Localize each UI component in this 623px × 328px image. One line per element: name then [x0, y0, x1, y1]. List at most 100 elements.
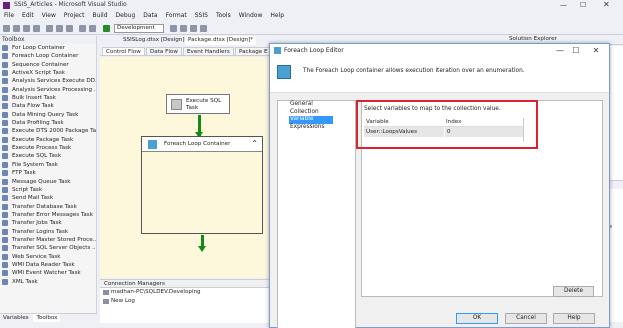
toolbox-item[interactable]: Data Flow Task	[0, 102, 96, 110]
task-icon	[2, 178, 8, 185]
toolbox-item[interactable]: Foreach Loop Container	[0, 52, 96, 60]
menu-debug[interactable]: Debug	[112, 11, 140, 19]
toolbox-item[interactable]: Message Queue Task	[0, 178, 96, 186]
foreach-container-label: Foreach Loop Container	[164, 141, 231, 147]
menu-help[interactable]: Help	[266, 11, 288, 19]
menu-project[interactable]: Project	[60, 11, 89, 19]
main-window-maximize[interactable]: ☐	[580, 1, 586, 9]
menu-window[interactable]: Window	[235, 11, 267, 19]
tab-package-explorer[interactable]: Package E	[235, 47, 272, 56]
delete-button[interactable]: Delete	[553, 286, 594, 297]
dialog-title-bar: Foreach Loop Editor — ☐ ✕	[270, 44, 609, 57]
menu-build[interactable]: Build	[88, 11, 111, 19]
nav-expressions[interactable]: Expressions	[278, 124, 355, 132]
menu-data[interactable]: Data	[139, 11, 161, 19]
collapse-chevron-icon[interactable]: ⌃	[251, 139, 258, 148]
tab-event-handlers[interactable]: Event Handlers	[183, 47, 234, 56]
main-window-close[interactable]: ✕	[603, 0, 610, 9]
toolbox-item[interactable]: Execute DTS 2000 Package Ta...	[0, 127, 96, 135]
toolbox-item[interactable]: Sequence Container	[0, 61, 96, 69]
solution-explorer-icon[interactable]	[180, 25, 187, 32]
toolbox-item[interactable]: Send Mail Task	[0, 194, 96, 202]
tab-package-design[interactable]: Package.dtsx [Design]*	[185, 36, 257, 45]
toolbox-item[interactable]: Transfer Logins Task	[0, 228, 96, 236]
tab-variables[interactable]: Variables	[0, 314, 32, 322]
toolbox-item[interactable]: XML Task	[0, 278, 96, 286]
toolbox-item[interactable]: Transfer Error Messages Task	[0, 211, 96, 219]
task-icon	[2, 95, 8, 102]
ok-button[interactable]: OK	[456, 313, 498, 324]
menu-file[interactable]: File	[0, 11, 18, 19]
toolbox-icon[interactable]	[200, 25, 207, 32]
maximize-icon[interactable]: ☐	[568, 45, 584, 56]
nav-general[interactable]: General	[278, 101, 355, 109]
toolbox-item[interactable]: Transfer Database Task	[0, 203, 96, 211]
toolbox-item[interactable]: Execute SQL Task	[0, 152, 96, 160]
save-all-icon[interactable]	[33, 25, 40, 32]
toolbox-item-label: Analysis Services Execute DD...	[12, 78, 96, 85]
task-icon	[2, 86, 8, 93]
cut-icon[interactable]	[46, 25, 53, 32]
tab-toolbox[interactable]: Toolbox	[33, 314, 61, 322]
save-icon[interactable]	[23, 25, 30, 32]
new-project-icon[interactable]	[3, 25, 10, 32]
execute-sql-task-shape[interactable]: Execute SQL Task	[166, 94, 230, 114]
toolbox-item[interactable]: Execute Package Task	[0, 136, 96, 144]
toolbox-item[interactable]: Bulk Insert Task	[0, 94, 96, 102]
redo-icon[interactable]	[89, 25, 96, 32]
window-title: SSIS_Articles - Microsoft Visual Studio	[14, 1, 127, 8]
toolbox-item[interactable]: ActiveX Script Task	[0, 69, 96, 77]
solution-configuration-select[interactable]: Development	[114, 24, 164, 33]
task-icon	[2, 103, 8, 110]
toolbox-item[interactable]: Data Profiling Task	[0, 119, 96, 127]
help-button[interactable]: Help	[553, 313, 595, 324]
find-icon[interactable]	[170, 25, 177, 32]
toolbox-item[interactable]: Transfer Jobs Task	[0, 219, 96, 227]
tab-control-flow[interactable]: Control Flow	[102, 47, 145, 56]
foreach-loop-container-shape[interactable]: Foreach Loop Container ⌃	[141, 136, 263, 234]
task-icon	[2, 53, 8, 60]
toolbox-item[interactable]: File System Task	[0, 161, 96, 169]
copy-icon[interactable]	[56, 25, 63, 32]
nav-variable-mappings[interactable]: Variable Mappings	[289, 116, 333, 130]
menu-ssis[interactable]: SSIS	[191, 11, 212, 19]
paste-icon[interactable]	[66, 25, 73, 32]
properties-icon[interactable]	[190, 25, 197, 32]
toolbox-item[interactable]: Transfer Master Stored Proce...	[0, 236, 96, 244]
toolbox-item[interactable]: Web Service Task	[0, 253, 96, 261]
toolbox-list: For Loop Container Foreach Loop Container…	[0, 44, 96, 286]
foreach-container-header[interactable]: Foreach Loop Container ⌃	[142, 137, 262, 152]
menu-format[interactable]: Format	[162, 11, 191, 19]
toolbox-item[interactable]: Transfer SQL Server Objects ...	[0, 244, 96, 252]
nav-collection[interactable]: Collection	[278, 109, 355, 117]
menu-tools[interactable]: Tools	[212, 11, 235, 19]
foreach-loop-large-icon	[277, 65, 291, 79]
minimize-icon[interactable]: —	[552, 45, 568, 56]
toolbox-item[interactable]: Data Mining Query Task	[0, 111, 96, 119]
tab-ssislog-design[interactable]: SSISLog.dtsx [Design]	[120, 36, 188, 45]
toolbox-item[interactable]: FTP Task	[0, 169, 96, 177]
menu-view[interactable]: View	[38, 11, 60, 19]
connection-item[interactable]: madhan-PC\SQLDEV.Developing	[100, 288, 270, 297]
toolbox-item-label: Data Mining Query Task	[12, 111, 79, 118]
toolbox-item[interactable]: For Loop Container	[0, 44, 96, 52]
open-icon[interactable]	[13, 25, 20, 32]
cancel-button[interactable]: Cancel	[505, 313, 547, 324]
foreach-loop-editor-dialog: Foreach Loop Editor — ☐ ✕ The Foreach Lo…	[269, 43, 610, 328]
task-icon	[2, 111, 8, 118]
start-debugging-icon[interactable]	[103, 25, 110, 32]
toolbox-item[interactable]: Analysis Services Execute DD...	[0, 77, 96, 85]
close-icon[interactable]: ✕	[588, 45, 604, 56]
main-window-minimize[interactable]: —	[560, 1, 567, 9]
tab-data-flow[interactable]: Data Flow	[146, 47, 182, 56]
menu-edit[interactable]: Edit	[18, 11, 38, 19]
connection-item-label: New Log	[111, 298, 135, 304]
undo-icon[interactable]	[79, 25, 86, 32]
toolbox-item[interactable]: WMI Event Watcher Task	[0, 269, 96, 277]
connection-item[interactable]: New Log	[100, 297, 270, 306]
connection-managers-tab[interactable]: Connection Managers	[100, 280, 270, 288]
toolbox-item[interactable]: WMI Data Reader Task	[0, 261, 96, 269]
toolbox-item[interactable]: Analysis Services Processing ...	[0, 86, 96, 94]
toolbox-item[interactable]: Script Task	[0, 186, 96, 194]
toolbox-item[interactable]: Execute Process Task	[0, 144, 96, 152]
